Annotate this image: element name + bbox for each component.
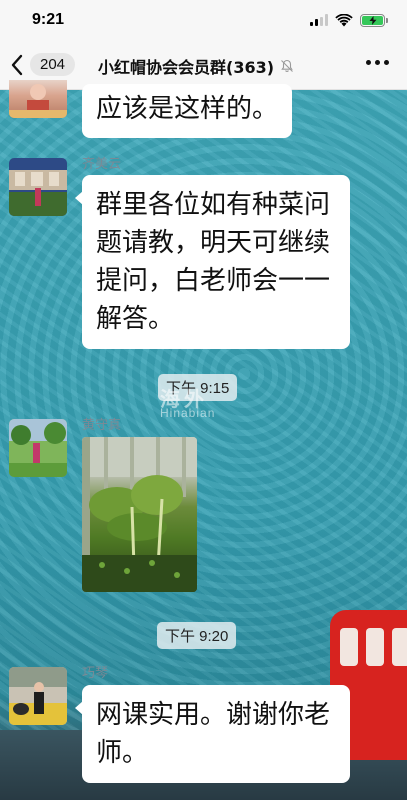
status-icons [310,13,388,27]
message-text: 应该是这样的。 [96,94,279,124]
mute-bell-icon [281,59,293,72]
avatar[interactable] [9,80,67,118]
avatar-photo [9,84,67,118]
timestamp: 下午 9:20 [157,622,237,649]
image-message[interactable] [82,437,197,592]
message-text: 群里各位如有种菜问题请教，明天可继续提问，白老师会一一解答。 [96,190,331,334]
status-bar: 9:21 [0,0,407,40]
chevron-left-icon [11,54,23,75]
message-text: 网课实用。谢谢你老师。 [96,700,331,768]
back-button[interactable]: 204 [10,53,76,76]
message-bubble[interactable]: 网课实用。谢谢你老师。 [75,685,350,783]
avatar[interactable] [9,419,67,477]
avatar-photo [9,667,67,725]
sender-name: 巧琴 [82,666,109,681]
charging-bolt-icon [369,15,376,25]
more-dot-icon [375,60,380,65]
sender-name: 齐美云 [82,157,122,172]
watermark-subtext: Hinabian [160,406,216,420]
battery-icon [360,13,388,27]
more-dot-icon [384,60,389,65]
unread-count-badge: 204 [30,53,76,76]
message-bubble[interactable]: 应该是这样的。 [82,84,293,138]
sender-name: 黄守真 [82,418,122,433]
avatar[interactable] [9,158,67,216]
cellular-signal-icon [310,14,328,26]
more-dot-icon [366,60,371,65]
wifi-icon [335,13,353,26]
more-options-button[interactable] [366,60,389,65]
avatar[interactable] [9,667,67,725]
avatar-photo [9,158,67,216]
chat-title[interactable]: 小红帽协会会员群(363) [98,54,294,78]
group-name: 小红帽协会会员群(363) [98,58,275,77]
plant-photo [82,437,197,592]
avatar-photo [9,419,67,477]
status-time: 9:21 [32,11,65,28]
message-bubble[interactable]: 群里各位如有种菜问题请教，明天可继续提问，白老师会一一解答。 [75,175,350,349]
